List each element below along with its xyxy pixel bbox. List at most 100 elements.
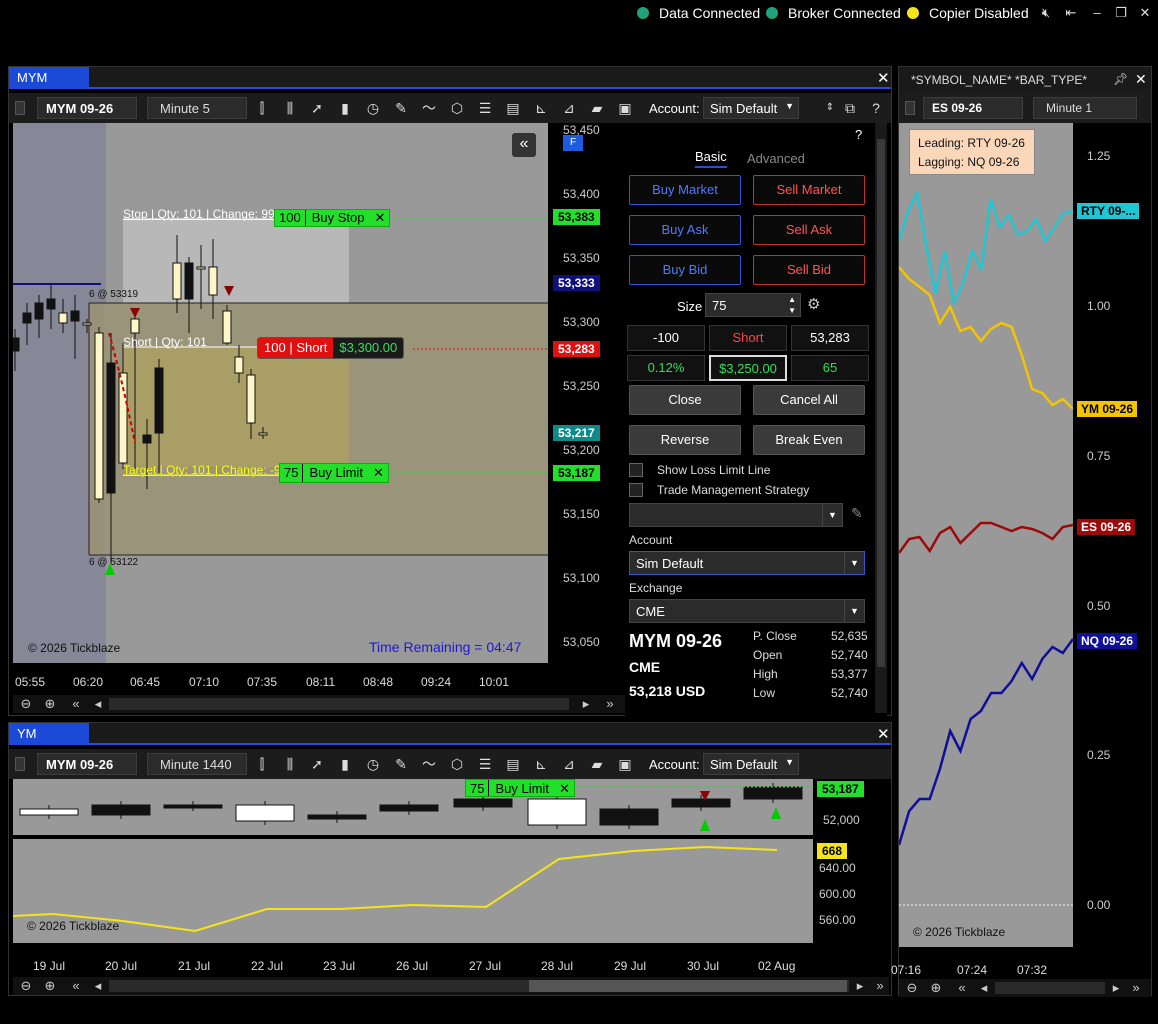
stop-order-chip[interactable]: 100 Buy Stop ✕ bbox=[274, 209, 391, 227]
panel-grip-icon[interactable] bbox=[905, 101, 915, 115]
bar-type-icon[interactable]: ⫿ bbox=[253, 755, 271, 773]
sell-ask-button[interactable]: Sell Ask bbox=[753, 215, 865, 245]
pnl-cell[interactable]: $3,250.00 bbox=[709, 355, 787, 381]
scroll-right-icon[interactable]: ▸ bbox=[851, 977, 869, 995]
cursor-icon[interactable]: ➚ bbox=[308, 99, 326, 117]
clock-icon[interactable]: ◷ bbox=[364, 99, 382, 117]
cancel-order-icon[interactable]: ✕ bbox=[369, 464, 388, 482]
zoom-out-icon[interactable]: ⊖ bbox=[17, 977, 35, 995]
mute-icon[interactable]: 🔇︎ bbox=[1038, 5, 1054, 21]
save-icon[interactable]: ▣ bbox=[616, 99, 634, 117]
stepper-icon[interactable]: ▲ ▼ bbox=[788, 294, 796, 316]
show-loss-checkbox[interactable] bbox=[629, 463, 643, 477]
edit-pencil-icon[interactable]: ✎ bbox=[851, 505, 863, 522]
chart-scrollbar[interactable] bbox=[109, 698, 569, 710]
cube-icon[interactable]: ⬡ bbox=[448, 755, 466, 773]
report-icon[interactable]: ▤ bbox=[504, 99, 522, 117]
cube-icon[interactable]: ⬡ bbox=[448, 99, 466, 117]
axis-scale-icon[interactable]: ⊿ bbox=[560, 755, 578, 773]
pencil-icon[interactable]: ✎ bbox=[392, 99, 410, 117]
cancel-order-icon[interactable]: ✕ bbox=[555, 780, 574, 796]
list-icon[interactable]: ☰ bbox=[476, 755, 494, 773]
zoom-in-icon[interactable]: ⊕ bbox=[41, 977, 59, 995]
axis-scale-icon[interactable]: ⊿ bbox=[560, 99, 578, 117]
account-selector[interactable]: Sim Default ▼ bbox=[703, 97, 799, 119]
scroll-end-icon[interactable]: » bbox=[601, 695, 619, 713]
indicator-axis[interactable]: 668 640.00 600.00 560.00 bbox=[813, 839, 889, 943]
timeframe-selector[interactable]: Minute 1440 bbox=[147, 753, 247, 775]
buy-market-button[interactable]: Buy Market bbox=[629, 175, 741, 205]
close-panel-icon[interactable]: ✕ bbox=[877, 725, 890, 743]
zoom-out-icon[interactable]: ⊖ bbox=[17, 695, 35, 713]
price-axis[interactable]: F 53,450 53,400 53,350 53,300 53,250 53,… bbox=[549, 123, 629, 663]
compact-icon[interactable]: ⇤ bbox=[1063, 5, 1079, 21]
account-select[interactable]: Sim Default ▼ bbox=[629, 551, 865, 575]
correlation-chart[interactable]: Leading: RTY 09-26 Lagging: NQ 09-26 © 2… bbox=[899, 123, 1073, 947]
line-tool-icon[interactable]: 〜 bbox=[420, 755, 438, 773]
symbol-selector[interactable]: ES 09-26 bbox=[923, 97, 1023, 119]
indicator-chart[interactable]: © 2026 Tickblaze bbox=[13, 839, 813, 943]
help-icon[interactable]: ? bbox=[855, 127, 862, 142]
bar-type-icon[interactable]: ⫿ bbox=[253, 99, 271, 117]
close-position-button[interactable]: Close bbox=[629, 385, 741, 415]
scroll-end-icon[interactable]: » bbox=[871, 977, 889, 995]
chart-scrollbar[interactable] bbox=[995, 982, 1105, 994]
zoom-in-icon[interactable]: ⊕ bbox=[927, 979, 945, 997]
correlation-axis[interactable]: 1.25 1.00 0.75 0.50 0.25 0.00 RTY 09-...… bbox=[1073, 123, 1151, 947]
symbol-selector[interactable]: MYM 09-26 bbox=[37, 753, 137, 775]
chart-scrollbar[interactable] bbox=[109, 980, 849, 992]
scroll-start-icon[interactable]: « bbox=[67, 977, 85, 995]
scroll-left-icon[interactable]: ◂ bbox=[975, 979, 993, 997]
panel-grip-icon[interactable] bbox=[15, 757, 25, 771]
daily-price-axis[interactable]: 53,187 52,000 bbox=[813, 779, 889, 835]
timeframe-selector[interactable]: Minute 1 bbox=[1033, 97, 1137, 119]
side-time-axis[interactable]: 07:16 07:24 07:32 bbox=[891, 963, 1073, 979]
scroll-left-icon[interactable]: ◂ bbox=[89, 695, 107, 713]
scroll-left-icon[interactable]: ◂ bbox=[89, 977, 107, 995]
candles-icon[interactable]: ▮ bbox=[336, 99, 354, 117]
tab-mym[interactable]: MYM bbox=[9, 67, 89, 89]
panel-grip-icon[interactable] bbox=[15, 101, 25, 115]
daily-price-chart[interactable]: 75 Buy Limit ✕ bbox=[13, 779, 813, 835]
buy-ask-button[interactable]: Buy Ask bbox=[629, 215, 741, 245]
size-input[interactable]: 75 ▲ ▼ bbox=[705, 293, 801, 317]
scroll-arrows-icon[interactable]: ⇕ bbox=[821, 99, 839, 117]
close-icon[interactable]: ✕ bbox=[1137, 5, 1153, 21]
close-panel-icon[interactable]: ✕ bbox=[877, 69, 890, 87]
zoom-out-icon[interactable]: ⊖ bbox=[903, 979, 921, 997]
collapse-panel-icon[interactable]: « bbox=[512, 133, 536, 157]
target-order-chip[interactable]: 75 Buy Limit ✕ bbox=[279, 463, 389, 483]
save-icon[interactable]: ▣ bbox=[616, 755, 634, 773]
axis-icon[interactable]: ⊾ bbox=[532, 99, 550, 117]
folder-icon[interactable]: ▰ bbox=[588, 99, 606, 117]
order-panel-scrollbar[interactable] bbox=[875, 123, 887, 713]
scroll-right-icon[interactable]: ▸ bbox=[1107, 979, 1125, 997]
help-icon[interactable]: ? bbox=[867, 99, 885, 117]
account-selector[interactable]: Sim Default ▼ bbox=[703, 753, 799, 775]
f-badge[interactable]: F bbox=[563, 135, 583, 151]
candles-icon[interactable]: ▮ bbox=[336, 755, 354, 773]
tms-checkbox[interactable] bbox=[629, 483, 643, 497]
tab-basic[interactable]: Basic bbox=[695, 149, 727, 168]
short-position-chip[interactable]: 100 | Short $3,300.00 bbox=[257, 337, 405, 359]
tab-advanced[interactable]: Advanced bbox=[747, 151, 805, 166]
exchange-select[interactable]: CME ▼ bbox=[629, 599, 865, 623]
scroll-right-icon[interactable]: ▸ bbox=[577, 695, 595, 713]
time-axis[interactable]: 05:55 06:20 06:45 07:10 07:35 08:11 08:4… bbox=[13, 675, 548, 691]
target-order-chip[interactable]: 75 Buy Limit ✕ bbox=[465, 779, 575, 797]
clock-icon[interactable]: ◷ bbox=[364, 755, 382, 773]
break-even-button[interactable]: Break Even bbox=[753, 425, 865, 455]
folder-icon[interactable]: ▰ bbox=[588, 755, 606, 773]
report-icon[interactable]: ▤ bbox=[504, 755, 522, 773]
minimize-icon[interactable]: – bbox=[1089, 5, 1105, 21]
cancel-order-icon[interactable]: ✕ bbox=[370, 210, 389, 226]
price-chart[interactable]: Stop | Qty: 101 | Change: 99 Short | Qty… bbox=[13, 123, 548, 663]
settings-gear-icon[interactable]: ⚙ bbox=[807, 295, 820, 313]
scroll-end-icon[interactable]: » bbox=[1127, 979, 1145, 997]
scroll-start-icon[interactable]: « bbox=[953, 979, 971, 997]
pencil-icon[interactable]: ✎ bbox=[392, 755, 410, 773]
restore-icon[interactable]: ❐ bbox=[1113, 5, 1129, 21]
reverse-button[interactable]: Reverse bbox=[629, 425, 741, 455]
sell-market-button[interactable]: Sell Market bbox=[753, 175, 865, 205]
cursor-icon[interactable]: ➚ bbox=[308, 755, 326, 773]
